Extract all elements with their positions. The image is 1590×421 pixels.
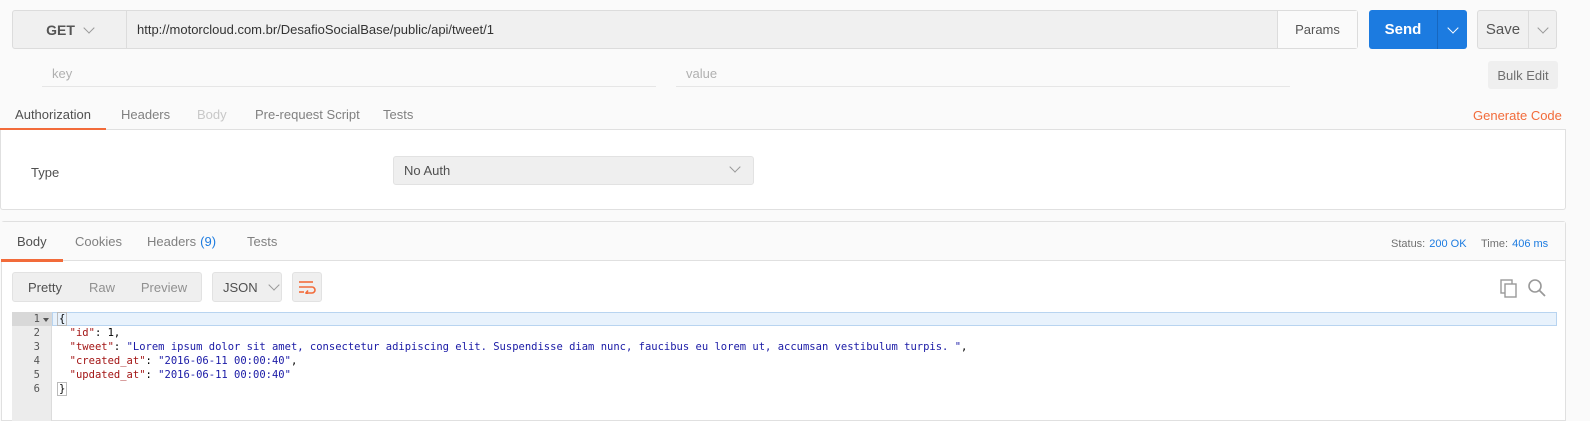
code-token: "updated_at" — [69, 369, 146, 381]
view-raw-button[interactable]: Raw — [77, 273, 127, 301]
line-number: 5 — [33, 369, 40, 381]
param-key-input[interactable] — [42, 61, 656, 87]
code-line[interactable]: "updated_at": "2016-06-11 00:00:40" — [57, 369, 291, 381]
method-label: GET — [46, 21, 75, 38]
format-select[interactable]: JSON — [212, 272, 282, 302]
code-token: : — [145, 369, 159, 381]
tab-pre-request-script[interactable]: Pre-request Script — [255, 98, 360, 130]
code-line[interactable]: "tweet": "Lorem ipsum dolor sit amet, co… — [57, 341, 968, 353]
tab-tests[interactable]: Tests — [383, 98, 413, 130]
bulk-edit-button[interactable]: Bulk Edit — [1488, 61, 1558, 89]
request-tabs: Authorization Headers Body Pre-request S… — [0, 98, 1566, 131]
status-label: Status: — [1391, 238, 1426, 250]
code-token: , — [290, 355, 298, 367]
code-line[interactable]: } — [57, 382, 68, 396]
chevron-down-icon — [1446, 21, 1459, 34]
tab-response-tests[interactable]: Tests — [247, 222, 277, 261]
code-token: , — [961, 341, 968, 353]
response-headers-count: (9) — [200, 234, 217, 249]
send-button[interactable]: Send — [1369, 10, 1467, 49]
save-label: Save — [1485, 21, 1521, 38]
code-line[interactable]: "created_at": "2016-06-11 00:00:40", — [57, 355, 298, 367]
line-number: 1 — [33, 313, 40, 325]
format-label: JSON — [223, 279, 258, 295]
response-tabs: Body Cookies Headers (9) Tests — [1, 222, 1565, 262]
chevron-down-icon — [268, 279, 280, 291]
copy-icon[interactable] — [1499, 278, 1519, 298]
time-value: 406 ms — [1512, 238, 1549, 250]
code-token: } — [57, 382, 68, 396]
param-value-input[interactable] — [676, 61, 1290, 87]
chevron-down-icon — [83, 21, 95, 34]
chevron-down-icon — [1536, 21, 1549, 34]
line-number: 4 — [33, 355, 40, 367]
line-number: 6 — [33, 383, 40, 395]
auth-type-select[interactable]: No Auth — [393, 156, 754, 185]
tab-cookies[interactable]: Cookies — [75, 222, 122, 261]
tab-response-headers[interactable]: Headers (9) — [147, 222, 216, 261]
code-token: { — [57, 312, 68, 326]
line-number: 2 — [33, 327, 40, 339]
code-line[interactable]: { — [57, 312, 68, 326]
code-line[interactable]: "id": 1, — [57, 327, 121, 339]
code-token: "id" — [69, 327, 95, 339]
time-label: Time: — [1481, 238, 1509, 250]
method-dropdown[interactable]: GET — [13, 11, 127, 48]
line-number: 3 — [33, 341, 40, 353]
code-token: : 1, — [94, 327, 121, 339]
auth-type-label: Type — [31, 165, 60, 180]
chevron-down-icon — [729, 161, 741, 173]
view-pretty-button[interactable]: Pretty — [13, 273, 77, 301]
authorization-panel — [0, 130, 1566, 210]
search-icon[interactable] — [1527, 278, 1547, 298]
fold-arrow-icon[interactable] — [43, 318, 49, 322]
wrap-lines-button[interactable] — [292, 272, 322, 302]
generate-code-link[interactable]: Generate Code — [1473, 108, 1562, 123]
active-line-highlight — [52, 312, 1557, 326]
view-preview-button[interactable]: Preview — [127, 273, 201, 301]
tab-body[interactable]: Body — [197, 98, 227, 130]
params-button[interactable]: Params — [1277, 11, 1357, 48]
code-token: "Lorem ipsum dolor sit amet, consectetur… — [126, 341, 962, 353]
code-token: "tweet" — [69, 341, 114, 353]
request-url-bar: GET http://motorcloud.com.br/DesafioSoci… — [12, 10, 1358, 49]
send-label: Send — [1384, 21, 1422, 38]
code-token: "created_at" — [69, 355, 146, 367]
tab-response-body[interactable]: Body — [1, 222, 63, 262]
response-headers-label: Headers — [147, 234, 197, 249]
code-token: : — [113, 341, 127, 353]
status-value: 200 OK — [1429, 238, 1467, 250]
wrap-lines-icon — [299, 281, 316, 294]
time-readout: Time: 406 ms — [1481, 238, 1548, 250]
save-button[interactable]: Save — [1477, 10, 1557, 49]
save-options-button[interactable] — [1528, 11, 1556, 48]
code-token: "2016-06-11 00:00:40" — [158, 355, 291, 367]
code-token: "2016-06-11 00:00:40" — [158, 369, 291, 381]
auth-type-value: No Auth — [404, 163, 451, 178]
status-readout: Status: 200 OK — [1391, 238, 1467, 250]
code-token: : — [145, 355, 159, 367]
tab-headers[interactable]: Headers — [121, 98, 170, 130]
tab-authorization[interactable]: Authorization — [0, 98, 106, 131]
url-input[interactable]: http://motorcloud.com.br/DesafioSocialBa… — [127, 11, 1277, 48]
view-mode-group: Pretty Raw Preview — [12, 272, 202, 302]
send-options-button[interactable] — [1437, 10, 1467, 49]
